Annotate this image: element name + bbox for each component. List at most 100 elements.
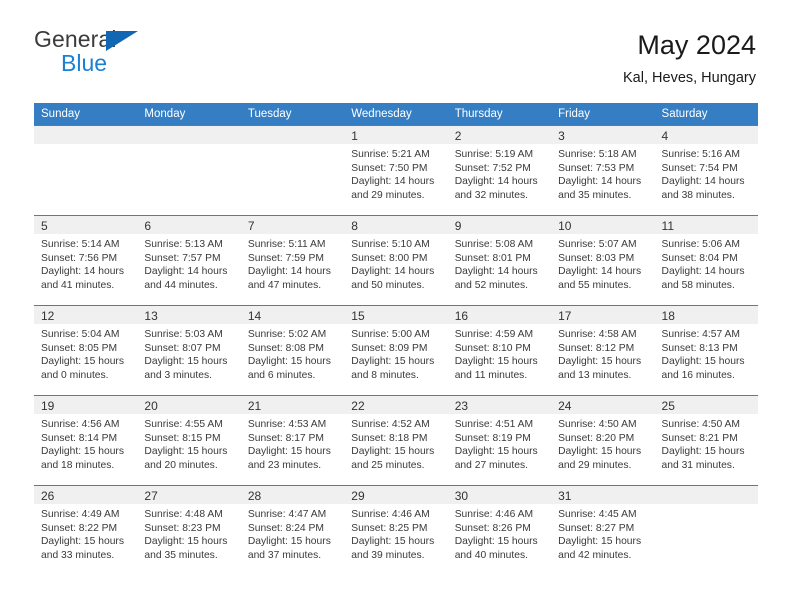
day-number: 31 bbox=[551, 486, 655, 504]
day-number: 2 bbox=[447, 126, 552, 144]
daylight-text: Daylight: 15 hours bbox=[144, 356, 228, 368]
calendar-day-cell[interactable]: 18 Sunrise: 4:57 AM Sunset: 8:13 PM Dayligh… bbox=[654, 305, 758, 396]
general-blue-logo[interactable]: General Blue bbox=[34, 28, 154, 80]
sunset-text: Sunset: 7:57 PM bbox=[144, 252, 221, 264]
day-number bbox=[240, 126, 345, 144]
day-number: 24 bbox=[551, 396, 655, 414]
sunset-text: Sunset: 8:25 PM bbox=[351, 522, 428, 534]
day-number: 20 bbox=[137, 396, 241, 414]
sunrise-text: Sunrise: 5:03 AM bbox=[144, 329, 223, 340]
calendar-day-cell[interactable]: 21 Sunrise: 4:53 AM Sunset: 8:17 PM Dayligh… bbox=[240, 395, 345, 486]
calendar-day-cell[interactable]: 30 Sunrise: 4:46 AM Sunset: 8:26 PM Dayligh… bbox=[447, 485, 552, 576]
daylight-text: Daylight: 15 hours bbox=[247, 536, 331, 548]
calendar-day-cell[interactable]: 28 Sunrise: 4:47 AM Sunset: 8:24 PM Dayligh… bbox=[240, 485, 345, 576]
calendar-day-cell[interactable]: 3 Sunrise: 5:18 AM Sunset: 7:53 PM Daylight… bbox=[551, 125, 655, 216]
day-number: 30 bbox=[447, 486, 552, 504]
calendar-day-cell[interactable]: 26 Sunrise: 4:49 AM Sunset: 8:22 PM Dayligh… bbox=[34, 485, 138, 576]
sunrise-text: Sunrise: 5:19 AM bbox=[454, 149, 534, 160]
day-details: Sunrise: 4:51 AM Sunset: 8:19 PM Daylight:… bbox=[448, 414, 551, 472]
daylight-text: Daylight: 14 hours bbox=[454, 176, 538, 188]
month-calendar-table: Sunday Monday Tuesday Wednesday Thursday… bbox=[34, 103, 758, 576]
logo-text-blue: Blue bbox=[61, 50, 108, 76]
day-details: Sunrise: 5:21 AM Sunset: 7:50 PM Daylight:… bbox=[344, 144, 447, 202]
calendar-day-cell[interactable]: 8 Sunrise: 5:10 AM Sunset: 8:00 PM Daylight… bbox=[344, 215, 448, 306]
calendar-day-cell-empty bbox=[240, 125, 345, 216]
calendar-day-cell[interactable]: 19 Sunrise: 4:56 AM Sunset: 8:14 PM Dayligh… bbox=[34, 395, 138, 486]
calendar-day-cell[interactable]: 12 Sunrise: 5:04 AM Sunset: 8:05 PM Dayligh… bbox=[34, 305, 138, 396]
daylight-text-cont: and 18 minutes. bbox=[41, 459, 115, 471]
daylight-text-cont: and 52 minutes. bbox=[454, 279, 528, 291]
calendar-day-cell[interactable]: 25 Sunrise: 4:50 AM Sunset: 8:21 PM Dayligh… bbox=[654, 395, 758, 486]
day-number: 27 bbox=[137, 486, 241, 504]
calendar-day-cell[interactable]: 7 Sunrise: 5:11 AM Sunset: 7:59 PM Daylight… bbox=[240, 215, 345, 306]
calendar-day-cell-empty bbox=[34, 125, 138, 216]
daylight-text: Daylight: 14 hours bbox=[454, 266, 538, 278]
sunset-text: Sunset: 8:14 PM bbox=[41, 432, 118, 444]
calendar-day-cell[interactable]: 5 Sunrise: 5:14 AM Sunset: 7:56 PM Daylight… bbox=[34, 215, 138, 306]
sunset-text: Sunset: 8:03 PM bbox=[558, 252, 635, 264]
day-number: 16 bbox=[447, 306, 552, 324]
calendar-day-cell[interactable]: 13 Sunrise: 5:03 AM Sunset: 8:07 PM Dayligh… bbox=[137, 305, 241, 396]
daylight-text: Daylight: 14 hours bbox=[558, 176, 642, 188]
day-number: 10 bbox=[551, 216, 655, 234]
sunrise-text: Sunrise: 4:57 AM bbox=[661, 329, 740, 340]
sunrise-text: Sunrise: 5:10 AM bbox=[351, 239, 430, 250]
calendar-day-cell[interactable]: 22 Sunrise: 4:52 AM Sunset: 8:18 PM Dayligh… bbox=[344, 395, 448, 486]
day-details: Sunrise: 5:06 AM Sunset: 8:04 PM Daylight:… bbox=[655, 234, 758, 292]
calendar-day-cell[interactable]: 4 Sunrise: 5:16 AM Sunset: 7:54 PM Daylight… bbox=[654, 125, 758, 216]
calendar-day-cell[interactable]: 1 Sunrise: 5:21 AM Sunset: 7:50 PM Daylight… bbox=[344, 125, 448, 216]
calendar-day-cell[interactable]: 23 Sunrise: 4:51 AM Sunset: 8:19 PM Dayligh… bbox=[447, 395, 552, 486]
daylight-text-cont: and 58 minutes. bbox=[661, 279, 735, 291]
calendar-day-cell[interactable]: 17 Sunrise: 4:58 AM Sunset: 8:12 PM Dayligh… bbox=[551, 305, 655, 396]
daylight-text-cont: and 16 minutes. bbox=[661, 369, 735, 381]
day-details: Sunrise: 5:08 AM Sunset: 8:01 PM Daylight:… bbox=[448, 234, 551, 292]
page-title: May 2024 bbox=[637, 30, 756, 60]
calendar-day-cell[interactable]: 14 Sunrise: 5:02 AM Sunset: 8:08 PM Dayligh… bbox=[240, 305, 345, 396]
daylight-text: Daylight: 15 hours bbox=[558, 446, 642, 458]
calendar-day-cell[interactable]: 9 Sunrise: 5:08 AM Sunset: 8:01 PM Daylight… bbox=[447, 215, 552, 306]
day-details: Sunrise: 4:46 AM Sunset: 8:26 PM Daylight:… bbox=[448, 504, 551, 562]
daylight-text: Daylight: 14 hours bbox=[41, 266, 124, 278]
calendar-day-cell[interactable]: 20 Sunrise: 4:55 AM Sunset: 8:15 PM Dayligh… bbox=[137, 395, 241, 486]
calendar-day-cell[interactable]: 11 Sunrise: 5:06 AM Sunset: 8:04 PM Dayligh… bbox=[654, 215, 758, 306]
day-details: Sunrise: 5:13 AM Sunset: 7:57 PM Daylight:… bbox=[137, 234, 240, 292]
sunset-text: Sunset: 8:13 PM bbox=[661, 342, 738, 354]
daylight-text-cont: and 29 minutes. bbox=[558, 459, 632, 471]
calendar-body: 1 Sunrise: 5:21 AM Sunset: 7:50 PM Daylight… bbox=[34, 125, 758, 576]
logo-text-general: General bbox=[34, 26, 117, 52]
daylight-text-cont: and 38 minutes. bbox=[661, 189, 735, 201]
day-details: Sunrise: 4:57 AM Sunset: 8:13 PM Daylight:… bbox=[655, 324, 758, 382]
sunset-text: Sunset: 8:15 PM bbox=[144, 432, 221, 444]
calendar-day-cell[interactable]: 31 Sunrise: 4:45 AM Sunset: 8:27 PM Dayligh… bbox=[551, 485, 655, 576]
daylight-text: Daylight: 15 hours bbox=[144, 446, 228, 458]
daylight-text: Daylight: 15 hours bbox=[247, 356, 331, 368]
daylight-text-cont: and 50 minutes. bbox=[351, 279, 425, 291]
daylight-text-cont: and 31 minutes. bbox=[661, 459, 735, 471]
calendar-day-cell[interactable]: 29 Sunrise: 4:46 AM Sunset: 8:25 PM Dayligh… bbox=[344, 485, 448, 576]
sunset-text: Sunset: 7:56 PM bbox=[41, 252, 118, 264]
calendar-day-cell[interactable]: 2 Sunrise: 5:19 AM Sunset: 7:52 PM Daylight… bbox=[447, 125, 552, 216]
calendar-day-cell-empty bbox=[137, 125, 241, 216]
daylight-text: Daylight: 14 hours bbox=[351, 266, 435, 278]
calendar-day-cell[interactable]: 24 Sunrise: 4:50 AM Sunset: 8:20 PM Dayligh… bbox=[551, 395, 655, 486]
day-number: 5 bbox=[34, 216, 138, 234]
daylight-text-cont: and 40 minutes. bbox=[454, 549, 528, 561]
calendar-day-cell[interactable]: 15 Sunrise: 5:00 AM Sunset: 8:09 PM Dayligh… bbox=[344, 305, 448, 396]
daylight-text: Daylight: 15 hours bbox=[144, 536, 228, 548]
sunrise-text: Sunrise: 5:18 AM bbox=[558, 149, 637, 160]
sunrise-text: Sunrise: 5:00 AM bbox=[351, 329, 430, 340]
triangle-icon bbox=[106, 31, 138, 51]
daylight-text: Daylight: 15 hours bbox=[41, 536, 124, 548]
sunrise-text: Sunrise: 4:51 AM bbox=[454, 419, 534, 430]
calendar-day-cell[interactable]: 16 Sunrise: 4:59 AM Sunset: 8:10 PM Dayligh… bbox=[447, 305, 552, 396]
calendar-day-cell[interactable]: 6 Sunrise: 5:13 AM Sunset: 7:57 PM Daylight… bbox=[137, 215, 241, 306]
day-details: Sunrise: 4:55 AM Sunset: 8:15 PM Daylight:… bbox=[137, 414, 240, 472]
sunrise-text: Sunrise: 5:11 AM bbox=[247, 239, 326, 250]
day-number: 19 bbox=[34, 396, 138, 414]
calendar-day-cell[interactable]: 27 Sunrise: 4:48 AM Sunset: 8:23 PM Dayligh… bbox=[137, 485, 241, 576]
sunrise-text: Sunrise: 4:56 AM bbox=[41, 419, 120, 430]
sunset-text: Sunset: 8:01 PM bbox=[454, 252, 531, 264]
day-details: Sunrise: 5:11 AM Sunset: 7:59 PM Daylight:… bbox=[241, 234, 344, 292]
calendar-day-cell[interactable]: 10 Sunrise: 5:07 AM Sunset: 8:03 PM Dayligh… bbox=[551, 215, 655, 306]
day-number: 12 bbox=[34, 306, 138, 324]
